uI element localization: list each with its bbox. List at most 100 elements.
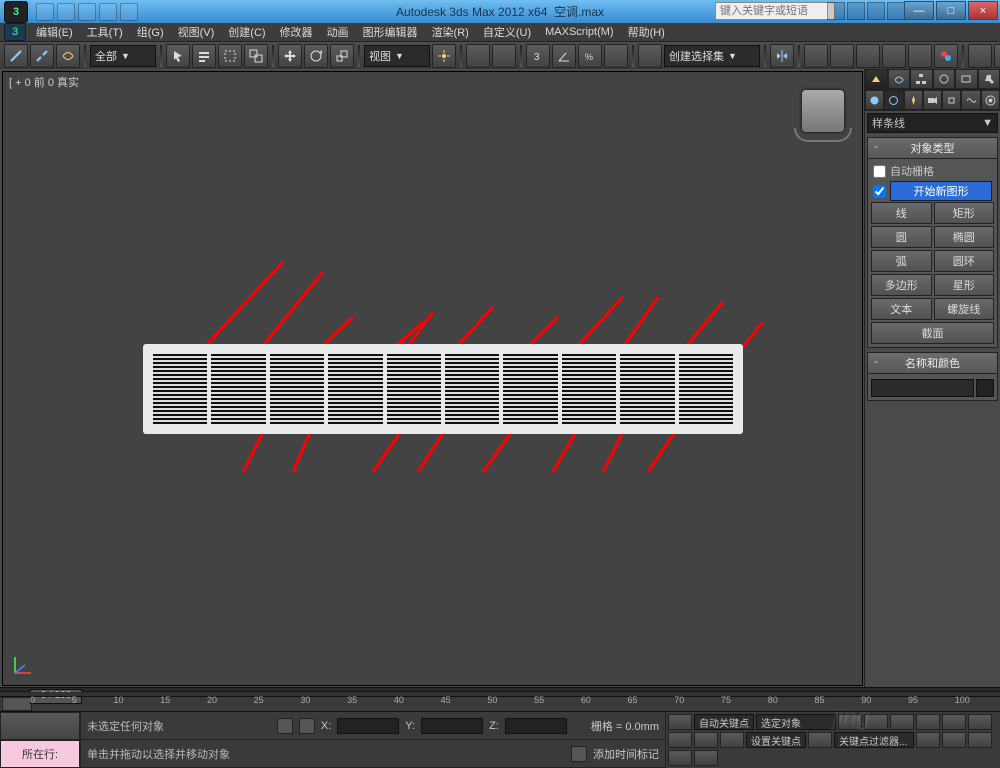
- percent-snap-icon[interactable]: %: [578, 44, 602, 68]
- menu-create[interactable]: 创建(C): [222, 23, 271, 41]
- qat-new-icon[interactable]: [36, 3, 54, 21]
- nav-pan-icon[interactable]: [968, 714, 992, 730]
- btn-rectangle[interactable]: 矩形: [934, 202, 995, 224]
- key-mode-icon[interactable]: [808, 732, 832, 748]
- coord-x-input[interactable]: [337, 718, 399, 734]
- qat-open-icon[interactable]: [57, 3, 75, 21]
- menu-modifiers[interactable]: 修改器: [274, 23, 319, 41]
- nav-fov-icon[interactable]: [720, 732, 744, 748]
- startnew-checkbox[interactable]: [873, 185, 886, 198]
- select-by-name-icon[interactable]: [192, 44, 216, 68]
- sub-spacewarps-icon[interactable]: [961, 90, 980, 110]
- coord-y-input[interactable]: [421, 718, 483, 734]
- align-icon[interactable]: [804, 44, 828, 68]
- minimize-button[interactable]: —: [904, 1, 934, 20]
- search-icon[interactable]: [827, 2, 845, 20]
- graphite-tools-icon[interactable]: [856, 44, 880, 68]
- key-filters-button[interactable]: 关键点过滤器...: [834, 732, 914, 748]
- autogrid-checkbox[interactable]: [873, 165, 886, 178]
- qat-undo-icon[interactable]: [99, 3, 117, 21]
- select-rotate-icon[interactable]: [304, 44, 328, 68]
- track-bar[interactable]: [0, 697, 1000, 712]
- spinner-snap-icon[interactable]: [604, 44, 628, 68]
- play-icon[interactable]: [890, 714, 914, 730]
- set-key-icon[interactable]: [668, 714, 692, 730]
- btn-helix[interactable]: 螺旋线: [934, 298, 995, 320]
- select-move-icon[interactable]: [278, 44, 302, 68]
- sub-cameras-icon[interactable]: [923, 90, 942, 110]
- coord-z-input[interactable]: [505, 718, 567, 734]
- selection-filter-combo[interactable]: 全部▼: [90, 45, 156, 67]
- play-next-icon[interactable]: [916, 714, 940, 730]
- sub-geometry-icon[interactable]: [865, 90, 884, 110]
- tab-hierarchy-icon[interactable]: [910, 69, 933, 89]
- btn-text[interactable]: 文本: [871, 298, 932, 320]
- lock-selection-icon[interactable]: [277, 718, 293, 734]
- menu-animation[interactable]: 动画: [321, 23, 355, 41]
- viewport-front[interactable]: [ + 0 前 0 真实: [2, 71, 863, 686]
- close-button[interactable]: ×: [968, 1, 998, 20]
- setkey-button[interactable]: 设置关键点: [746, 732, 806, 748]
- play-end-icon[interactable]: [942, 714, 966, 730]
- viewport-label[interactable]: [ + 0 前 0 真实: [9, 74, 79, 90]
- qat-save-icon[interactable]: [78, 3, 96, 21]
- select-object-icon[interactable]: [166, 44, 190, 68]
- btn-arc[interactable]: 弧: [871, 250, 932, 272]
- application-button-icon[interactable]: 3: [4, 23, 26, 41]
- sub-lights-icon[interactable]: [904, 90, 923, 110]
- start-new-shape-button[interactable]: 开始新图形: [890, 181, 992, 201]
- help-icon[interactable]: [887, 2, 905, 20]
- sub-helpers-icon[interactable]: [942, 90, 961, 110]
- tab-modify-icon[interactable]: [888, 69, 911, 89]
- render-setup-icon[interactable]: [968, 44, 992, 68]
- nav-zoom-ext-icon[interactable]: [942, 732, 966, 748]
- maxscript-mini-listener[interactable]: [0, 712, 80, 740]
- named-sel-combo[interactable]: 创建选择集▼: [664, 45, 760, 67]
- rollout-object-type-header[interactable]: -对象类型: [868, 138, 997, 159]
- nav-zoom-all-icon[interactable]: [694, 732, 718, 748]
- ref-coord-combo[interactable]: 视图▼: [364, 45, 430, 67]
- tab-motion-icon[interactable]: [933, 69, 956, 89]
- nav-region-icon[interactable]: [694, 750, 718, 766]
- viewcube-icon[interactable]: [802, 90, 844, 132]
- select-region-icon[interactable]: [218, 44, 242, 68]
- autokey-button[interactable]: 自动关键点: [694, 714, 754, 730]
- schematic-view-icon[interactable]: [908, 44, 932, 68]
- render-frame-icon[interactable]: [994, 44, 1000, 68]
- menu-group[interactable]: 组(G): [131, 23, 170, 41]
- menu-views[interactable]: 视图(V): [172, 23, 221, 41]
- menu-rendering[interactable]: 渲染(R): [426, 23, 475, 41]
- edit-named-sel-icon[interactable]: [638, 44, 662, 68]
- btn-ngon[interactable]: 多边形: [871, 274, 932, 296]
- menu-customize[interactable]: 自定义(U): [477, 23, 537, 41]
- keyboard-shortcut-icon[interactable]: [492, 44, 516, 68]
- btn-donut[interactable]: 圆环: [934, 250, 995, 272]
- play-start-icon[interactable]: [838, 714, 862, 730]
- time-ruler[interactable]: 0510152025303540455055606570758085909510…: [0, 692, 1000, 697]
- menu-help[interactable]: 帮助(H): [622, 23, 671, 41]
- menu-tools[interactable]: 工具(T): [81, 23, 129, 41]
- menu-edit[interactable]: 编辑(E): [30, 23, 79, 41]
- scene-object-vent[interactable]: [143, 344, 743, 434]
- unlink-icon[interactable]: [30, 44, 54, 68]
- select-scale-icon[interactable]: [330, 44, 354, 68]
- subscription-icon[interactable]: [847, 2, 865, 20]
- object-name-input[interactable]: [871, 379, 974, 397]
- window-crossing-icon[interactable]: [244, 44, 268, 68]
- tab-utilities-icon[interactable]: [978, 69, 1000, 89]
- sub-shapes-icon[interactable]: [884, 90, 903, 110]
- nav-zoom-icon[interactable]: [668, 732, 692, 748]
- material-editor-icon[interactable]: [934, 44, 958, 68]
- time-config-icon[interactable]: [916, 732, 940, 748]
- btn-line[interactable]: 线: [871, 202, 932, 224]
- link-icon[interactable]: [4, 44, 28, 68]
- create-category-combo[interactable]: 样条线▼: [867, 113, 998, 133]
- app-logo-icon[interactable]: 3: [4, 1, 28, 23]
- menu-maxscript[interactable]: MAXScript(M): [539, 25, 619, 39]
- maximize-button[interactable]: □: [936, 1, 966, 20]
- exchange-icon[interactable]: [867, 2, 885, 20]
- select-manipulate-icon[interactable]: [466, 44, 490, 68]
- object-color-swatch[interactable]: [976, 379, 994, 397]
- selected-object-combo[interactable]: 选定对象: [756, 714, 836, 730]
- infocenter-search-input[interactable]: [715, 2, 835, 20]
